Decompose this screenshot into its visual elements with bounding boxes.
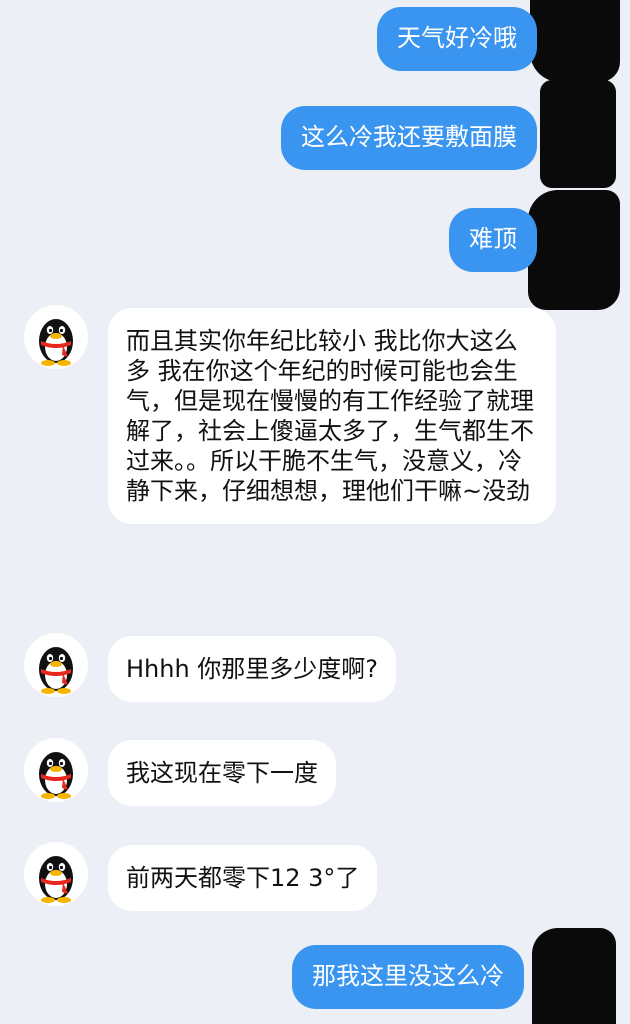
message-bubble-incoming[interactable]: Hhhh 你那里多少度啊?: [108, 636, 397, 702]
message-bubble-outgoing[interactable]: 那我这里没这么冷: [292, 945, 524, 1009]
qq-penguin-icon: [24, 842, 88, 906]
redacted-avatar: [528, 190, 620, 310]
redacted-avatar: [540, 80, 616, 188]
message-bubble-outgoing[interactable]: 天气好冷哦: [377, 7, 537, 71]
qq-penguin-icon: [24, 305, 88, 369]
contact-avatar[interactable]: [24, 842, 88, 906]
contact-avatar[interactable]: [24, 633, 88, 697]
message-bubble-incoming[interactable]: 前两天都零下12 3°了: [108, 845, 378, 911]
message-bubble-outgoing[interactable]: 难顶: [449, 208, 537, 272]
qq-penguin-icon: [24, 738, 88, 802]
message-bubble-incoming[interactable]: 而且其实你年纪比较小 我比你大这么多 我在你这个年纪的时候可能也会生气，但是现在…: [108, 308, 556, 524]
contact-avatar[interactable]: [24, 738, 88, 802]
contact-avatar[interactable]: [24, 305, 88, 369]
chat-thread: 天气好冷哦 这么冷我还要敷面膜 难顶 而且其实你年纪比较小 我比你大这么多 我在…: [0, 0, 630, 1024]
redacted-avatar: [532, 928, 616, 1024]
message-bubble-incoming[interactable]: 我这现在零下一度: [108, 740, 336, 806]
redacted-avatar: [530, 0, 620, 82]
message-bubble-outgoing[interactable]: 这么冷我还要敷面膜: [281, 106, 537, 170]
qq-penguin-icon: [24, 633, 88, 697]
